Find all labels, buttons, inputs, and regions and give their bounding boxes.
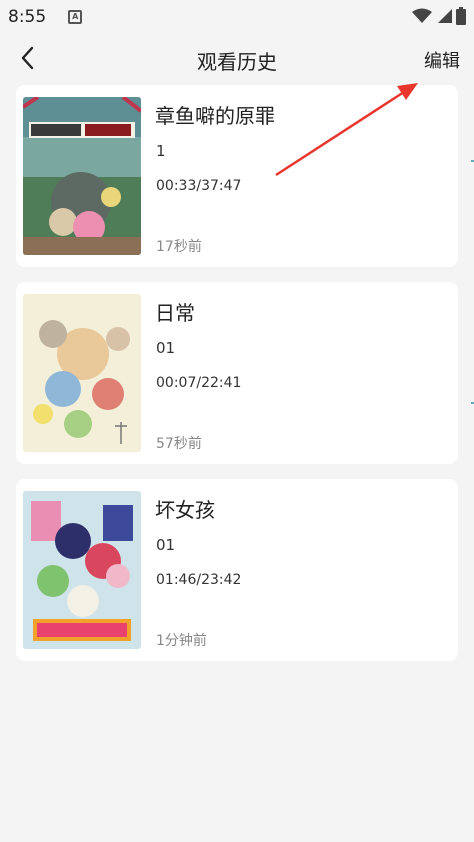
- status-time: 8:55: [8, 7, 47, 27]
- status-icons: [412, 7, 466, 25]
- item-title: 坏女孩: [155, 498, 215, 522]
- item-watched-time: 57秒前: [156, 436, 202, 452]
- poster-image: [23, 294, 141, 452]
- signal-icon: [438, 9, 452, 23]
- notification-icon: A: [68, 10, 83, 24]
- status-bar: 8:55 A: [0, 0, 474, 34]
- item-episode: 01: [156, 339, 176, 357]
- item-title: 日常: [155, 301, 195, 325]
- history-item[interactable]: 章鱼噼的原罪 1 00:33/37:47 17秒前: [16, 85, 458, 267]
- item-progress: 00:33/37:47: [156, 178, 242, 194]
- poster-thumbnail[interactable]: [23, 294, 141, 452]
- history-list: 章鱼噼的原罪 1 00:33/37:47 17秒前 日常 01 00:07/22…: [16, 85, 458, 676]
- nav-bar: 观看历史 编辑: [0, 36, 474, 80]
- poster-image: [23, 97, 141, 255]
- history-item[interactable]: 日常 01 00:07/22:41 57秒前: [16, 282, 458, 464]
- wifi-icon: [412, 8, 432, 23]
- item-title: 章鱼噼的原罪: [155, 104, 275, 128]
- item-episode: 1: [156, 142, 166, 160]
- poster-thumbnail[interactable]: [23, 97, 141, 255]
- poster-thumbnail[interactable]: [23, 491, 141, 649]
- item-progress: 01:46/23:42: [156, 572, 242, 588]
- item-watched-time: 17秒前: [156, 239, 202, 255]
- poster-image: [23, 491, 141, 649]
- item-progress: 00:07/22:41: [156, 375, 242, 391]
- page-title: 观看历史: [197, 50, 277, 74]
- battery-icon: [456, 7, 466, 25]
- item-watched-time: 1分钟前: [156, 633, 207, 649]
- item-episode: 01: [156, 536, 176, 554]
- edit-button[interactable]: 编辑: [424, 47, 460, 73]
- history-item[interactable]: 坏女孩 01 01:46/23:42 1分钟前: [16, 479, 458, 661]
